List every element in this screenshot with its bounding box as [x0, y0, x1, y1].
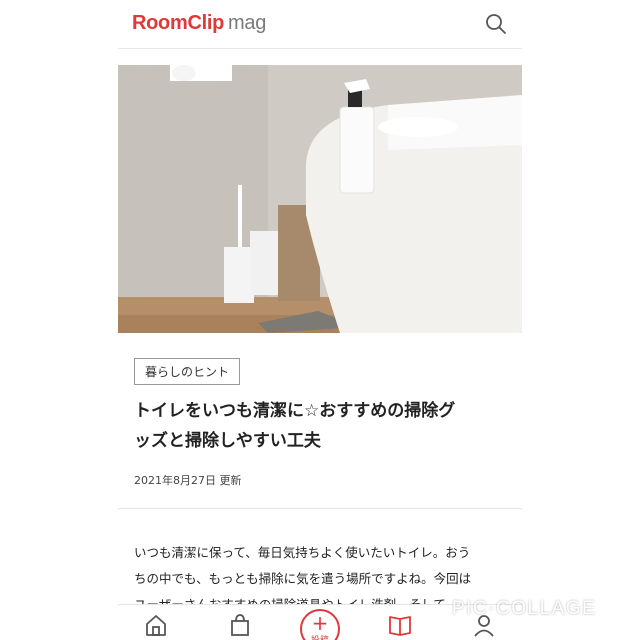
roomclip-mag-logo[interactable]: RoomClip mag [132, 12, 266, 35]
category-tag[interactable]: 暮らしのヒント [134, 358, 241, 385]
home-icon[interactable] [142, 611, 170, 639]
logo-suffix: mag [228, 12, 267, 34]
article-date: 2021年8月27日 更新 [134, 474, 242, 487]
app-frame: RoomClip mag 暮らしのヒント トイレをいつも清潔に☆おすすめの掃除グ … [118, 0, 522, 640]
app-header: RoomClip mag [118, 0, 522, 49]
logo-brand: RoomClip [132, 12, 225, 34]
article-title-line-1: トイレをいつも清潔に☆おすすめの掃除グ [134, 401, 456, 421]
hero-photo [118, 65, 522, 333]
article-body-line-2: ちの中でも、もっとも掃除に気を遣う場所ですよね。今回は [134, 571, 472, 586]
shopping-bag-icon[interactable] [226, 611, 254, 639]
article-title: トイレをいつも清潔に☆おすすめの掃除グ ッズと掃除しやすい工夫 [134, 396, 510, 456]
post-label: 投稿 [302, 633, 338, 640]
divider [118, 508, 522, 509]
post-plus-icon: + [311, 611, 329, 635]
article-body-line-1: いつも清潔に保って、毎日気持ちよく使いたいトイレ。おう [134, 545, 471, 560]
post-button[interactable]: + 投稿 [300, 609, 340, 640]
magazine-icon[interactable] [386, 611, 414, 639]
article-title-line-2: ッズと掃除しやすい工夫 [134, 431, 321, 451]
picollage-watermark: PIC·COLLAGE [452, 598, 597, 619]
search-icon[interactable] [484, 12, 508, 36]
